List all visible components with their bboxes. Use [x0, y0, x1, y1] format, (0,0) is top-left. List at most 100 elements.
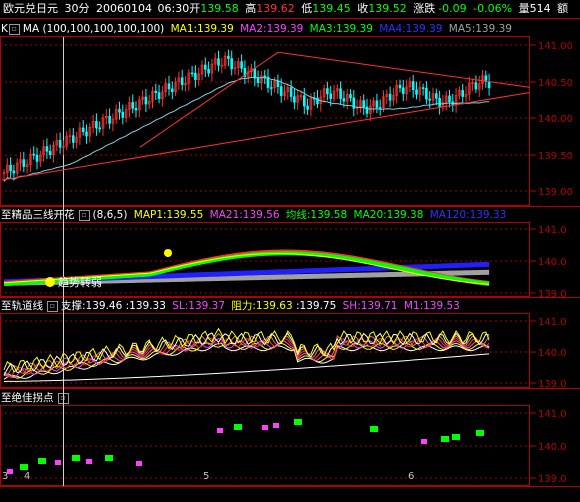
candle-body [194, 72, 197, 80]
turning-point-marker [476, 430, 484, 436]
candle-body [339, 88, 342, 99]
axis-tick-label: 139.00 [538, 187, 573, 198]
candle-body [448, 95, 451, 103]
candle-body [256, 77, 260, 84]
turning-point-marker [20, 464, 28, 470]
turning-point-marker [105, 455, 113, 461]
candle-body [342, 98, 346, 102]
candle-body [415, 89, 418, 95]
candle-body [411, 81, 415, 90]
signal-dot [164, 249, 172, 257]
candle-body [398, 84, 402, 89]
candle-body [227, 55, 230, 59]
axis-tick-label: 139.0 [538, 474, 567, 485]
axis-tick-label: 140.50 [538, 78, 573, 89]
candle-body [134, 108, 138, 111]
x-axis-label: 4 [24, 471, 30, 482]
candle-body [401, 87, 405, 94]
candle-body [22, 159, 26, 167]
turning-point-marker [72, 455, 80, 461]
candle-body [204, 64, 207, 70]
candle-body [217, 58, 220, 66]
turning-point-marker [55, 460, 61, 465]
candle-body [131, 102, 134, 109]
candle-body [438, 97, 441, 108]
candle-body [72, 135, 75, 143]
candle-body [167, 83, 171, 90]
candle-body [180, 77, 184, 86]
turning-point-marker [452, 434, 460, 440]
chart-canvas[interactable]: 趋势转弱 141.00 140.50 140.00 139.50 139.00 141.0… [0, 0, 580, 502]
x-axis-label: 6 [408, 471, 414, 482]
candle-body [58, 140, 62, 148]
candle-body [207, 68, 210, 74]
candle-body [154, 90, 158, 93]
candle-body [98, 127, 101, 130]
axis-tick-label: 139.50 [538, 151, 573, 162]
panel1-frame [0, 36, 530, 206]
turning-point-marker [421, 439, 427, 444]
axis-tick-label: 140.00 [538, 114, 573, 125]
axis-tick-label: 141.0 [538, 225, 567, 236]
candle-body [230, 58, 233, 70]
candle-body [35, 154, 39, 162]
x-axis-label: 5 [203, 471, 209, 482]
candle-body [289, 87, 293, 97]
candle-body [157, 92, 161, 99]
candle-body [375, 100, 379, 108]
candle-body [276, 80, 280, 87]
candle-body [425, 87, 428, 100]
candle-body [329, 93, 333, 99]
axis-tick-label: 141.00 [538, 41, 573, 52]
candle-body [240, 61, 243, 69]
candle-body [45, 146, 49, 152]
candle-body [362, 100, 366, 108]
candle-body [428, 98, 432, 101]
candle-body [95, 121, 98, 129]
x-axis-label: 3 [2, 471, 8, 482]
axis-tick-label: 141.0 [538, 317, 567, 328]
turning-point-marker [217, 428, 223, 433]
candle-body [9, 164, 12, 172]
signal-dot [45, 277, 55, 287]
candle-body [474, 82, 478, 90]
axis-tick-label: 139.0 [538, 379, 567, 390]
candle-body [349, 94, 352, 99]
turning-point-marker [441, 436, 449, 442]
axis-tick-label: 140.0 [538, 348, 567, 359]
turning-point-marker [136, 461, 142, 466]
candle-body [378, 107, 382, 109]
turning-point-marker [294, 419, 302, 425]
turning-point-marker [370, 426, 378, 432]
candle-body [388, 93, 392, 101]
turning-point-marker [86, 459, 92, 464]
trend-note: 趋势转弱 [58, 275, 102, 289]
candle-body [279, 86, 283, 96]
axis-tick-label: 140.0 [538, 257, 567, 268]
turning-point-marker [262, 425, 268, 430]
candle-body [12, 170, 16, 174]
candle-body [190, 72, 194, 75]
channel-line [3, 342, 490, 379]
candle-body [144, 96, 148, 105]
turning-point-marker [38, 458, 46, 464]
candle-body [487, 81, 491, 89]
candle-body [421, 87, 425, 89]
candle-body [326, 88, 329, 95]
candle-body [81, 127, 85, 133]
turning-point-marker [273, 423, 279, 428]
turning-point-marker [234, 424, 242, 430]
candle-body [293, 96, 296, 103]
axis-tick-label: 141.0 [538, 409, 567, 420]
candle-body [121, 111, 125, 118]
candle-body [302, 95, 306, 107]
candle-body [118, 109, 121, 113]
candle-body [306, 105, 309, 110]
candle-body [171, 88, 174, 92]
candle-body [32, 153, 36, 156]
candle-body [48, 150, 52, 155]
candle-body [263, 75, 267, 78]
axis-tick-label: 139.0 [538, 289, 567, 300]
candle-body [108, 115, 111, 124]
axis-tick-label: 140.0 [538, 442, 567, 453]
